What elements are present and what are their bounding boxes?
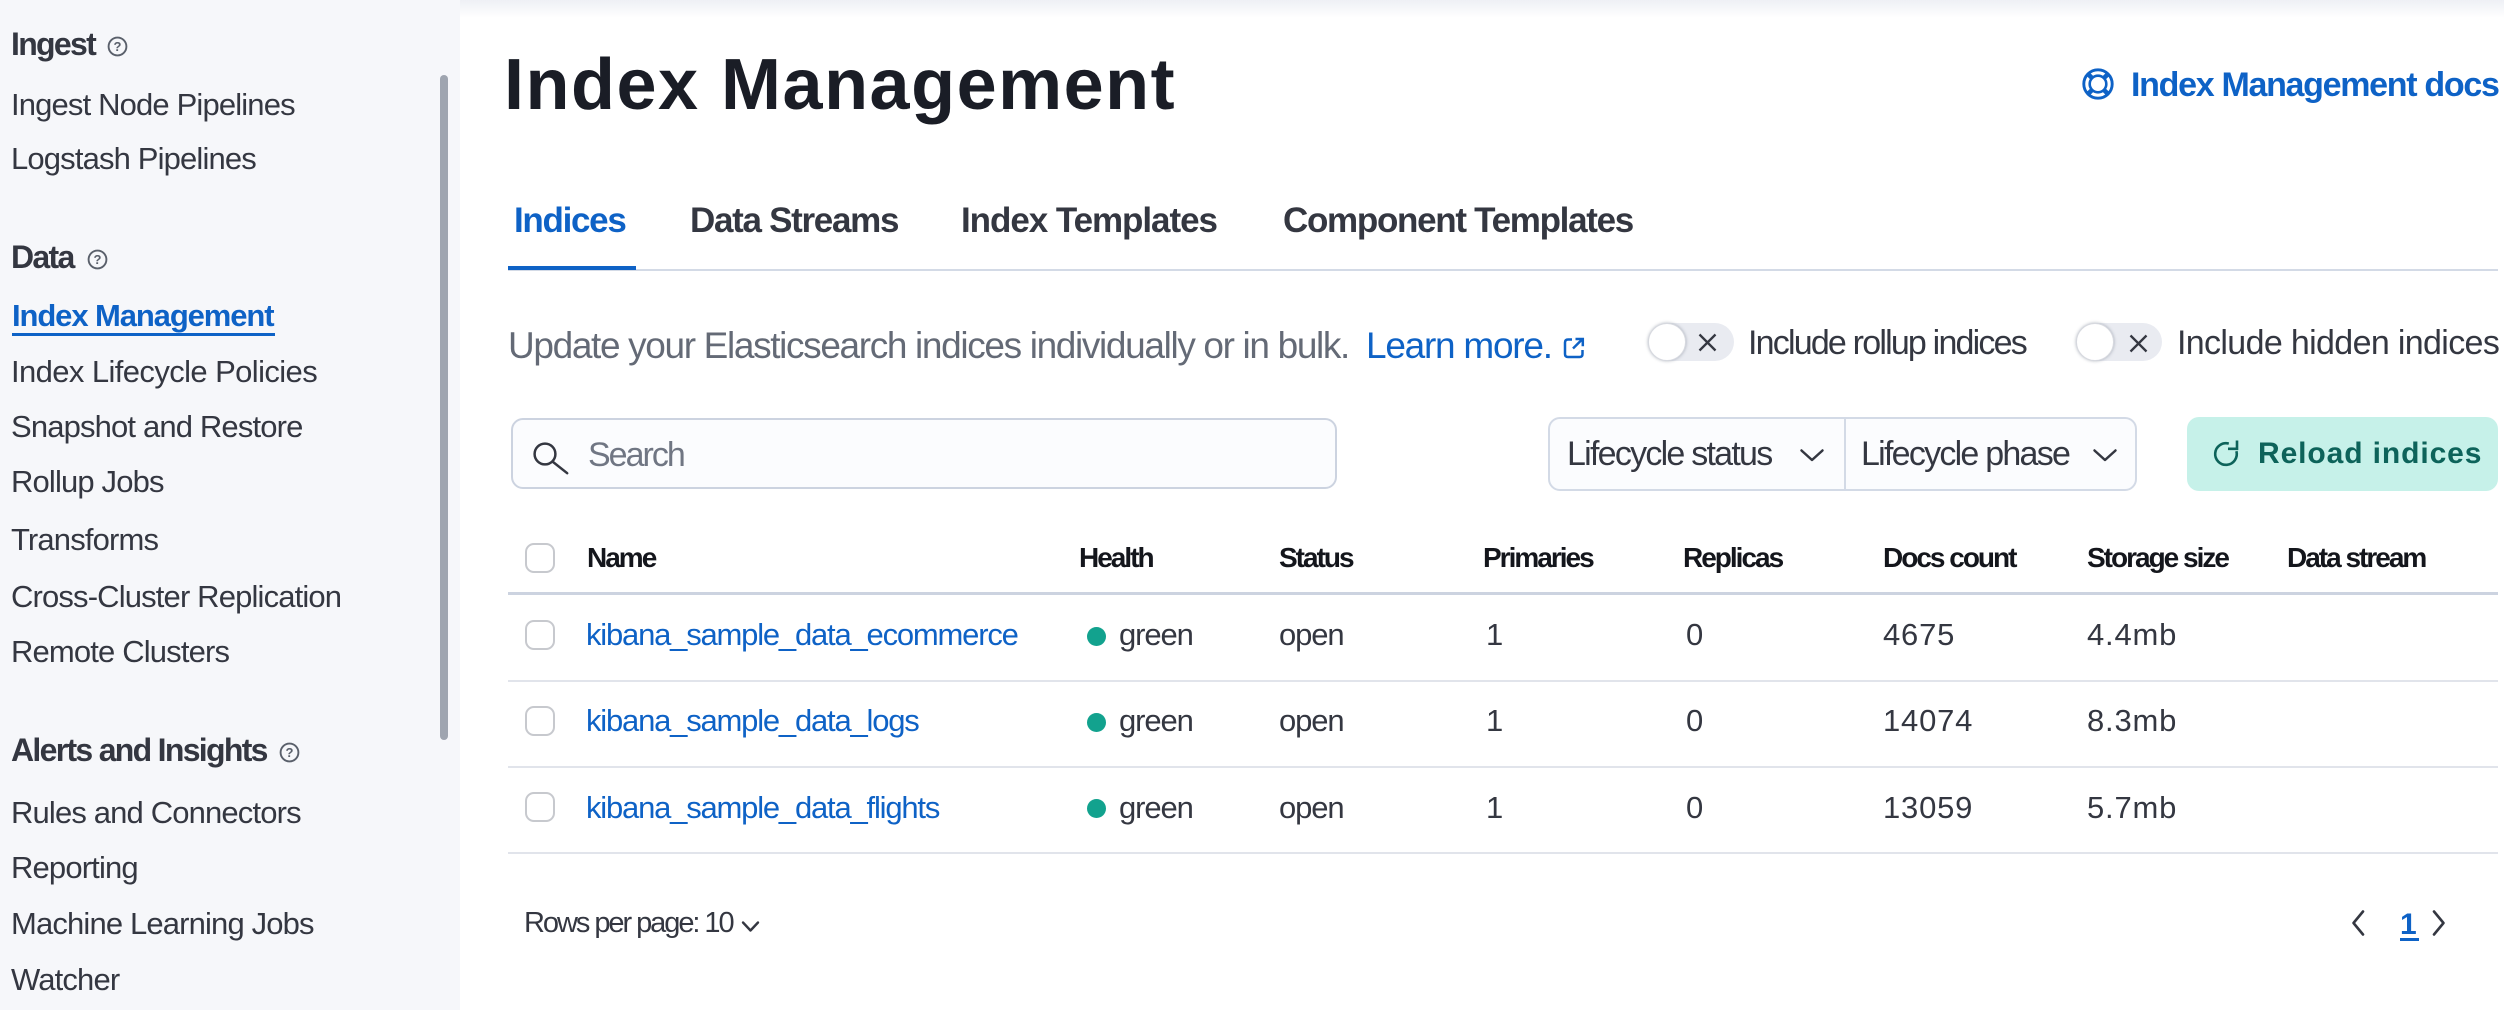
- svg-text:?: ?: [286, 745, 294, 760]
- svg-text:?: ?: [114, 39, 122, 54]
- svg-text:?: ?: [94, 252, 102, 267]
